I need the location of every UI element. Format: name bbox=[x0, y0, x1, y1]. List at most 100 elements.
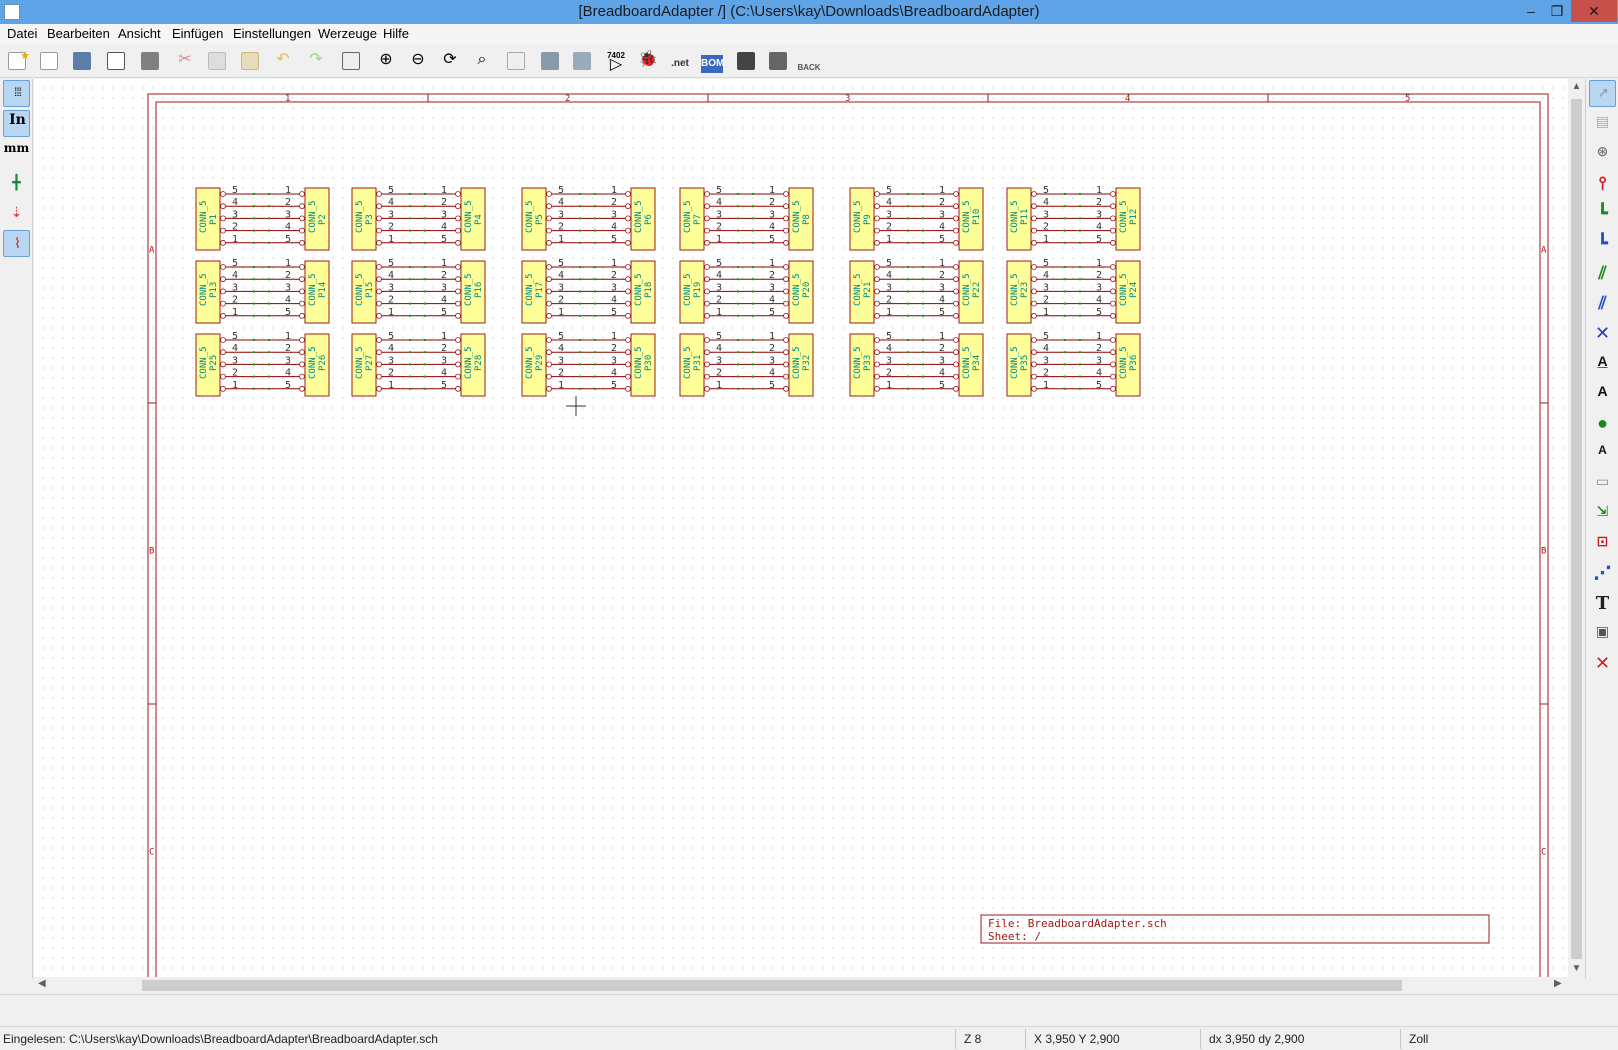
place-power-button[interactable]: ⫯ bbox=[1589, 170, 1616, 197]
library-editor-button[interactable] bbox=[536, 47, 564, 75]
pin-end bbox=[1031, 227, 1037, 234]
scroll-right-icon[interactable]: ▶ bbox=[1554, 978, 1562, 989]
delete-button[interactable]: ✕ bbox=[1589, 650, 1616, 677]
new-sheet-button[interactable] bbox=[35, 47, 63, 75]
place-component-button[interactable]: ⊛ bbox=[1589, 140, 1616, 167]
global-label-button[interactable]: A bbox=[1589, 380, 1616, 407]
connector-ref: P21 bbox=[863, 282, 873, 298]
cursor-shape-button[interactable]: ╋ bbox=[3, 170, 30, 197]
zoom-fit-button[interactable]: ⌕ bbox=[468, 47, 496, 75]
schematic-canvas[interactable]: 12345AABBCC CONN_5 P1 CONN_5 P2 5 1 4 2 3 3 2 4 1 5 CO… bbox=[34, 79, 1568, 977]
wire-junction bbox=[424, 229, 426, 232]
cut-button[interactable]: ✂ bbox=[171, 47, 199, 75]
place-bus-button[interactable]: ┗ bbox=[1589, 230, 1616, 257]
text-button[interactable]: T bbox=[1589, 590, 1616, 617]
scroll-left-icon[interactable]: ◀ bbox=[38, 978, 46, 989]
redraw-button[interactable]: ⟳ bbox=[436, 47, 464, 75]
pin-end bbox=[783, 300, 789, 307]
no-connect-button[interactable]: ✕ bbox=[1589, 320, 1616, 347]
connector-value: CONN_5 bbox=[634, 346, 644, 379]
print-button[interactable] bbox=[136, 47, 164, 75]
cvpcb-button[interactable] bbox=[732, 47, 760, 75]
find-button[interactable] bbox=[337, 47, 365, 75]
select-tool-button[interactable]: ➚ bbox=[1589, 80, 1616, 107]
image-button[interactable]: ▣ bbox=[1589, 620, 1616, 647]
pin-number: 4 bbox=[769, 222, 775, 233]
wire-junction bbox=[907, 266, 909, 268]
pin-end bbox=[376, 373, 382, 380]
bom-button[interactable]: BOM bbox=[698, 47, 726, 75]
graphic-line-button[interactable]: ⋰ bbox=[1589, 560, 1616, 587]
wire-to-bus-entry-button[interactable]: ⫽ bbox=[1589, 260, 1616, 287]
grid-toggle-button[interactable]: ⁞⁞⁞ bbox=[3, 80, 30, 107]
wire-junction bbox=[737, 290, 739, 293]
menu-datei[interactable]: Datei bbox=[7, 26, 37, 41]
menu-einfuegen[interactable]: Einfügen bbox=[172, 26, 223, 41]
pin-end bbox=[874, 300, 880, 307]
units-inch-button[interactable]: In bbox=[3, 110, 30, 137]
page-settings-button[interactable] bbox=[102, 47, 130, 75]
connector-ref: P4 bbox=[474, 214, 484, 225]
netlist-button[interactable]: .net bbox=[666, 47, 694, 75]
save-button[interactable] bbox=[68, 47, 96, 75]
hierarchy-nav-icon: ▤ bbox=[1595, 113, 1610, 129]
menu-bearbeiten[interactable]: Bearbeiten bbox=[47, 26, 110, 41]
close-button[interactable]: ✕ bbox=[1571, 0, 1617, 22]
pcbnew-button[interactable] bbox=[764, 47, 792, 75]
hierarchy-nav-tool-button[interactable]: ▤ bbox=[1589, 110, 1616, 137]
frame-column-label: 3 bbox=[845, 94, 850, 104]
erc-button[interactable]: 🐞 bbox=[634, 47, 662, 75]
paste-button[interactable] bbox=[236, 47, 264, 75]
units-mm-button[interactable]: mm bbox=[3, 140, 30, 167]
maximize-button[interactable]: ❐ bbox=[1544, 0, 1570, 22]
zoom-out-button[interactable]: ⊖ bbox=[404, 47, 432, 75]
junction-button[interactable]: ● bbox=[1589, 410, 1616, 437]
vertical-scroll-thumb[interactable] bbox=[1571, 99, 1582, 959]
undo-button[interactable]: ↶ bbox=[269, 47, 297, 75]
hierarchical-sheet-button[interactable]: ▭ bbox=[1589, 470, 1616, 497]
menu-hilfe[interactable]: Hilfe bbox=[383, 26, 409, 41]
menu-einstellungen[interactable]: Einstellungen bbox=[233, 26, 311, 41]
horizontal-scrollbar[interactable]: ◀ ▶ bbox=[34, 977, 1568, 994]
hierarchy-navigator-button[interactable] bbox=[502, 47, 530, 75]
wire-junction bbox=[737, 339, 739, 341]
zoom-in-button[interactable]: ⊕ bbox=[372, 47, 400, 75]
wire-junction bbox=[1064, 205, 1066, 208]
annotate-button[interactable]: 7402 ▷ bbox=[602, 47, 630, 75]
wire-junction bbox=[752, 278, 754, 281]
bus-to-bus-entry-button[interactable]: ⫽ bbox=[1589, 290, 1616, 317]
new-schematic-button[interactable]: ★ bbox=[3, 47, 31, 75]
hierarchical-label-button[interactable]: A bbox=[1589, 440, 1616, 467]
pin-end bbox=[1110, 385, 1116, 392]
pin-number: 1 bbox=[716, 380, 722, 391]
menu-ansicht[interactable]: Ansicht bbox=[118, 26, 161, 41]
library-browser-button[interactable] bbox=[568, 47, 596, 75]
pin-end bbox=[376, 203, 382, 210]
pin-end bbox=[625, 300, 631, 307]
pin-end bbox=[625, 264, 631, 270]
back-annotate-button[interactable]: BACK bbox=[795, 47, 823, 75]
menu-werkzeuge[interactable]: Werzeuge bbox=[318, 26, 377, 41]
pin-end bbox=[299, 312, 305, 319]
scroll-up-icon[interactable]: ▲ bbox=[1568, 81, 1585, 92]
minimize-button[interactable]: ‒ bbox=[1518, 0, 1544, 22]
copy-button[interactable] bbox=[203, 47, 231, 75]
net-label-button[interactable]: A bbox=[1589, 350, 1616, 377]
pin-end bbox=[546, 312, 552, 319]
place-wire-button[interactable]: ┗ bbox=[1589, 200, 1616, 227]
hidden-pins-button[interactable]: ⇣ bbox=[3, 200, 30, 227]
import-sheet-pin-button[interactable]: ⇲ bbox=[1589, 500, 1616, 527]
pin-end bbox=[455, 337, 461, 343]
pin-number: 2 bbox=[285, 197, 291, 208]
vertical-scrollbar[interactable]: ▲ ▼ bbox=[1568, 79, 1585, 977]
horizontal-scroll-thumb[interactable] bbox=[142, 980, 1402, 991]
scroll-down-icon[interactable]: ▼ bbox=[1568, 963, 1585, 974]
sheet-pin-icon: ⊡ bbox=[1596, 533, 1609, 549]
pin-end bbox=[874, 191, 880, 197]
connector-value: CONN_5 bbox=[683, 200, 693, 233]
redo-button[interactable]: ↷ bbox=[302, 47, 330, 75]
wire-angle-button[interactable]: ⌇ bbox=[3, 230, 30, 257]
wire-junction bbox=[922, 351, 924, 354]
wire-junction bbox=[253, 217, 255, 220]
sheet-pin-button[interactable]: ⊡ bbox=[1589, 530, 1616, 557]
